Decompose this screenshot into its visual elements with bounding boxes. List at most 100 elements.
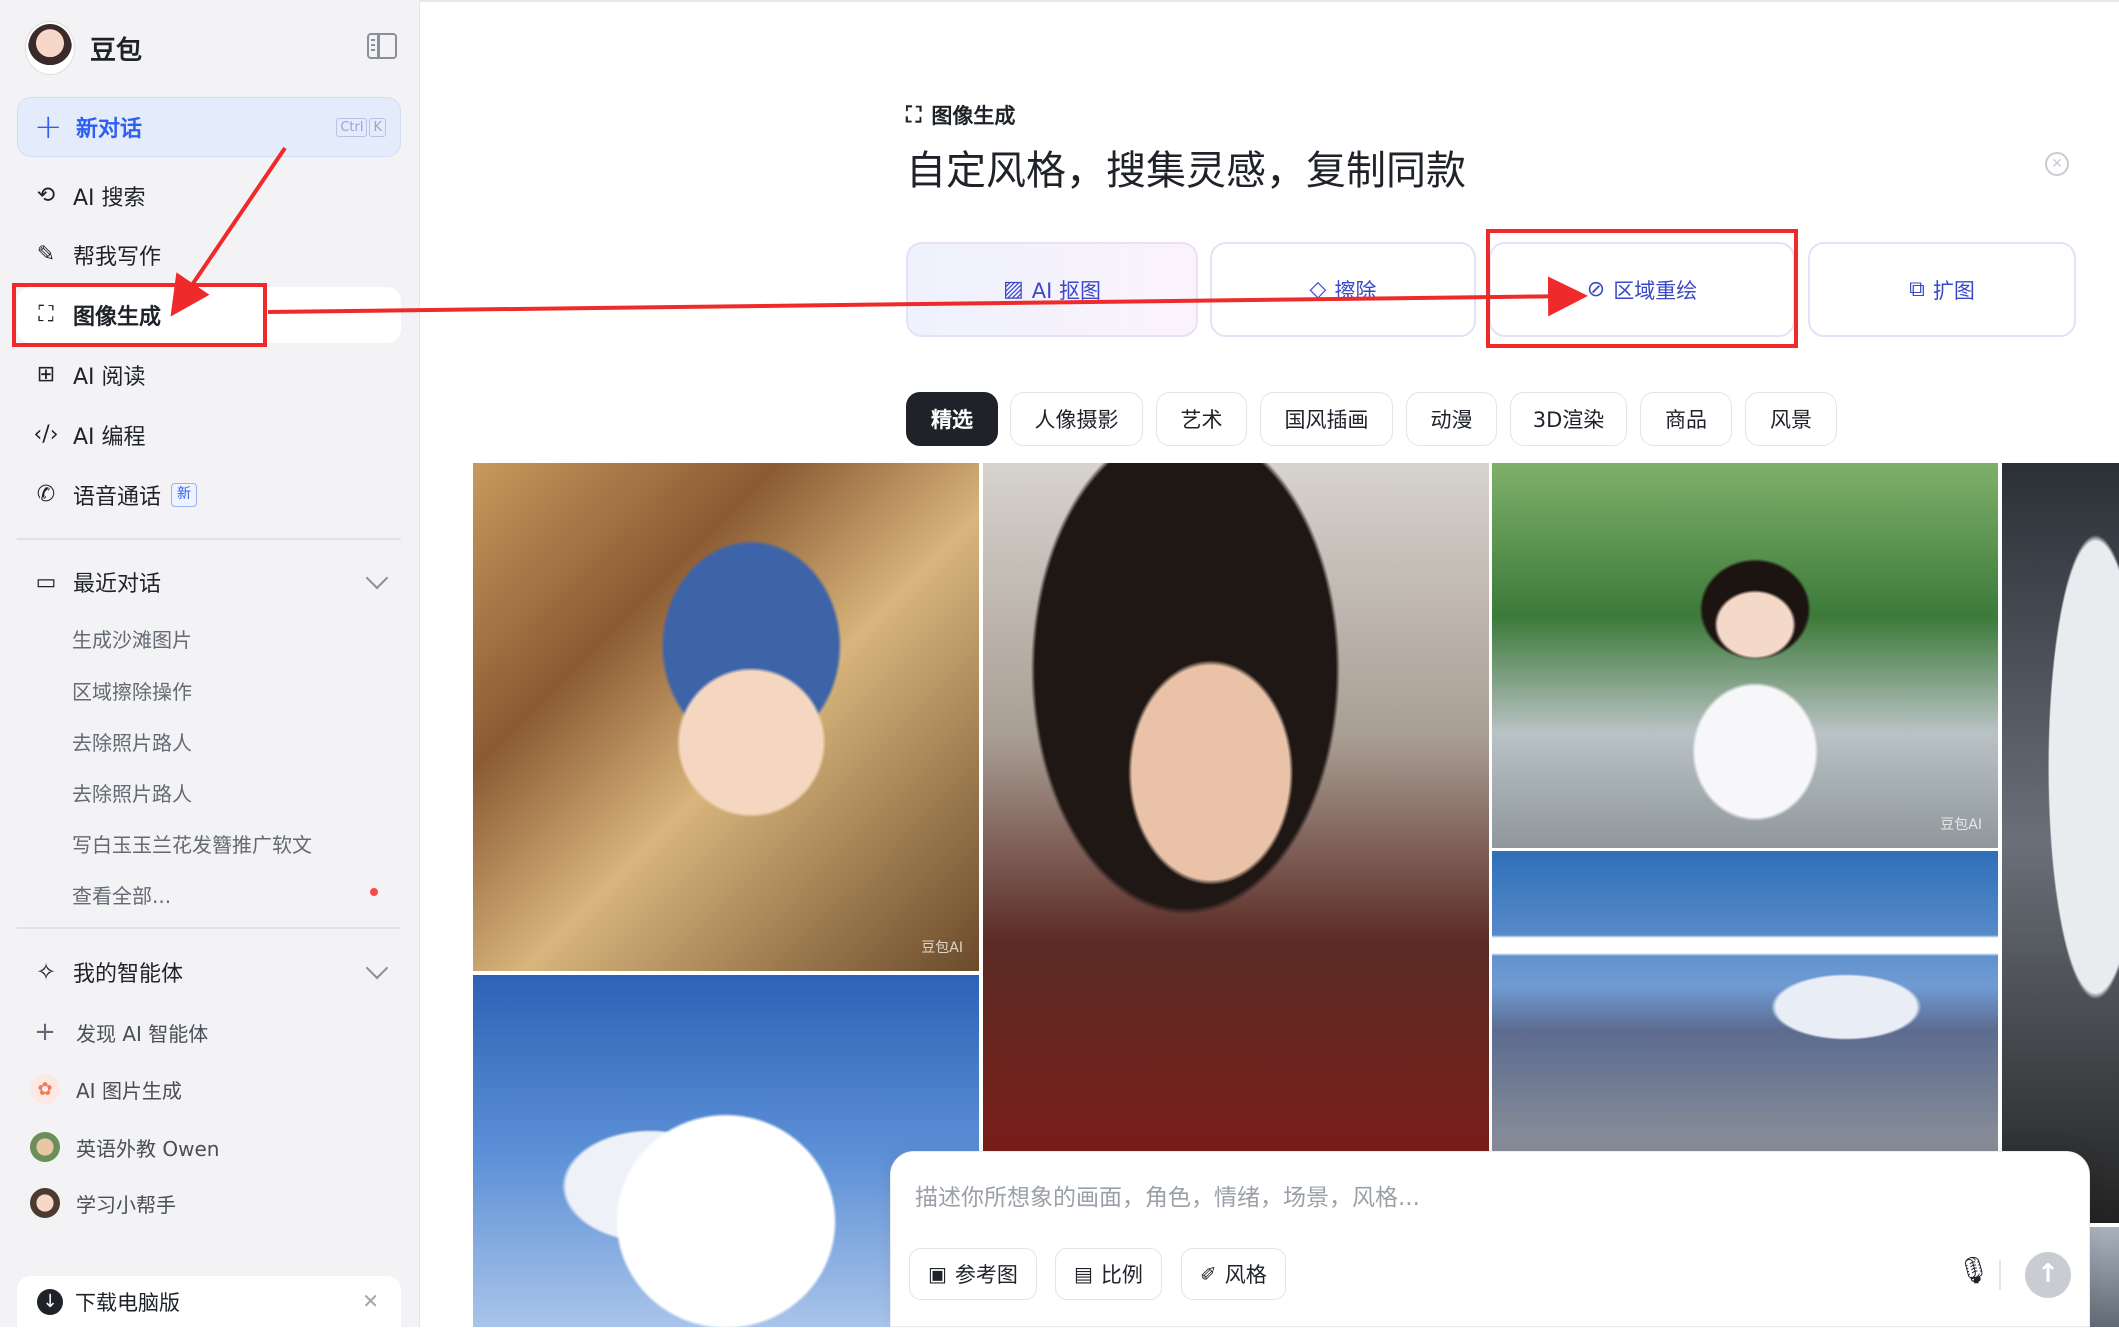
sidebar-divider bbox=[17, 927, 401, 929]
unread-dot bbox=[370, 888, 378, 896]
gallery-image-tokyo-tower-fuji[interactable] bbox=[1492, 851, 1998, 1151]
plus-icon: + bbox=[34, 107, 63, 147]
category-chip-featured[interactable]: 精选 bbox=[906, 392, 998, 446]
pen-icon: ✎ bbox=[36, 242, 56, 267]
my-agents-header[interactable]: ✧ 我的智能体 bbox=[17, 946, 401, 998]
agent-label: 英语外教 Owen bbox=[76, 1136, 220, 1161]
agent-item-owen[interactable]: 英语外教 Owen bbox=[30, 1125, 219, 1169]
divider bbox=[1999, 1260, 2001, 1290]
tool-label: AI 抠图 bbox=[1031, 278, 1102, 303]
my-agents-title: 我的智能体 bbox=[73, 962, 184, 987]
sidebar-item-voice-call[interactable]: ✆ 语音通话 新 bbox=[17, 467, 401, 523]
category-chip-portrait[interactable]: 人像摄影 bbox=[1010, 392, 1143, 446]
ai-image-avatar: ✿ bbox=[30, 1074, 60, 1104]
chevron-down-icon[interactable] bbox=[365, 956, 389, 980]
sidebar-item-writing[interactable]: ✎ 帮我写作 bbox=[17, 227, 401, 283]
button-label: 风格 bbox=[1224, 1263, 1267, 1287]
doubao-avatar bbox=[26, 22, 74, 74]
prompt-input[interactable]: 描述你所想象的画面，角色，情绪，场景，风格... bbox=[915, 1178, 1420, 1212]
recent-chats-header[interactable]: ▭ 最近对话 bbox=[17, 556, 401, 608]
sidebar-divider bbox=[17, 538, 401, 540]
button-label: 参考图 bbox=[954, 1263, 1018, 1287]
sidebar-item-label: 帮我写作 bbox=[73, 245, 162, 270]
agent-label: AI 图片生成 bbox=[76, 1078, 182, 1103]
view-all-link[interactable]: 查看全部... bbox=[72, 880, 171, 909]
button-label: 比例 bbox=[1100, 1263, 1143, 1287]
code-icon: ‹/› bbox=[33, 422, 59, 447]
prompt-composer: 描述你所想象的画面，角色，情绪，场景，风格... ▣ 参考图 ▤ 比例 ✐ 风格… bbox=[890, 1151, 2090, 1327]
send-button[interactable]: ↑ bbox=[2025, 1252, 2071, 1298]
search-icon: ⟲ bbox=[36, 183, 56, 208]
sidebar-item-ai-coding[interactable]: ‹/› AI 编程 bbox=[17, 407, 401, 463]
agent-item-ai-image[interactable]: ✿ AI 图片生成 bbox=[30, 1067, 182, 1111]
chat-icon: ▭ bbox=[35, 569, 57, 595]
image-icon: ⛶ bbox=[906, 102, 922, 128]
gallery-image-portrait-woman[interactable] bbox=[983, 463, 1489, 1151]
tool-ai-cutout[interactable]: ▨ AI 抠图 bbox=[906, 242, 1198, 337]
download-icon: ↓ bbox=[37, 1289, 63, 1315]
tool-expand[interactable]: ⧉ 扩图 bbox=[1808, 242, 2076, 337]
agent-item-helper[interactable]: 学习小帮手 bbox=[30, 1181, 176, 1225]
recent-chat-item[interactable]: 去除照片路人 bbox=[72, 727, 192, 756]
agent-label: 学习小帮手 bbox=[76, 1192, 176, 1217]
recent-chat-item[interactable]: 生成沙滩图片 bbox=[72, 624, 192, 653]
annotation-box-image-generation bbox=[12, 283, 267, 347]
eraser-icon: ◇ bbox=[1309, 277, 1327, 302]
cutout-icon: ▨ bbox=[1002, 277, 1024, 302]
close-icon[interactable]: ✕ bbox=[2045, 152, 2069, 176]
sidebar-item-ai-reading[interactable]: ⊞ AI 阅读 bbox=[17, 347, 401, 403]
app-name: 豆包 bbox=[90, 35, 143, 66]
ratio-icon: ▤ bbox=[1074, 1262, 1093, 1286]
new-chat-button[interactable]: + 新对话 Ctrl K bbox=[17, 97, 401, 157]
sidebar-item-label: AI 搜索 bbox=[73, 186, 146, 211]
microphone-icon[interactable]: 🎙 bbox=[1957, 1256, 1990, 1286]
sidebar-item-ai-search[interactable]: ⟲ AI 搜索 bbox=[17, 168, 401, 224]
tool-label: 扩图 bbox=[1932, 278, 1975, 303]
tool-erase[interactable]: ◇ 擦除 bbox=[1210, 242, 1476, 337]
annotation-box-region-repaint bbox=[1486, 229, 1798, 348]
download-desktop-bar[interactable]: ↓ 下载电脑版 ✕ bbox=[17, 1276, 401, 1328]
sparkle-icon: ✧ bbox=[35, 958, 57, 986]
tool-label: 擦除 bbox=[1334, 278, 1377, 303]
expand-icon: ⧉ bbox=[1909, 277, 1925, 302]
new-chat-label: 新对话 bbox=[76, 117, 143, 142]
category-chip-anime[interactable]: 动漫 bbox=[1406, 392, 1497, 446]
helper-avatar bbox=[30, 1188, 60, 1218]
watermark: 豆包AI bbox=[1940, 817, 1982, 833]
aspect-ratio-button[interactable]: ▤ 比例 bbox=[1055, 1248, 1162, 1300]
brand[interactable]: 豆包 bbox=[26, 22, 142, 74]
recent-chat-item[interactable]: 写白玉玉兰花发簪推广软文 bbox=[72, 829, 312, 858]
shortcut-key: Ctrl bbox=[336, 118, 368, 137]
sidebar-item-label: 语音通话 bbox=[73, 485, 162, 510]
style-button[interactable]: ✐ 风格 bbox=[1181, 1248, 1286, 1300]
chevron-down-icon[interactable] bbox=[365, 566, 389, 590]
sidebar-collapse-icon[interactable] bbox=[367, 33, 397, 59]
agent-item-discover[interactable]: + 发现 AI 智能体 bbox=[30, 1010, 208, 1054]
category-chip-art[interactable]: 艺术 bbox=[1156, 392, 1247, 446]
brush-icon: ✐ bbox=[1200, 1262, 1217, 1286]
gallery-image-partial[interactable] bbox=[2002, 463, 2119, 1223]
section-label: ⛶ 图像生成 bbox=[906, 100, 1015, 130]
agent-label: 发现 AI 智能体 bbox=[76, 1021, 209, 1046]
shortcut-hint: Ctrl K bbox=[336, 118, 386, 137]
recent-chat-item[interactable]: 区域擦除操作 bbox=[72, 676, 192, 705]
category-chip-guofeng[interactable]: 国风插画 bbox=[1260, 392, 1393, 446]
recent-chats-title: 最近对话 bbox=[73, 572, 162, 597]
category-chip-landscape[interactable]: 风景 bbox=[1745, 392, 1837, 446]
close-icon[interactable]: ✕ bbox=[362, 1289, 379, 1313]
new-badge: 新 bbox=[171, 483, 198, 507]
page-title: 自定风格，搜集灵感，复制同款 bbox=[906, 148, 1466, 194]
shortcut-key: K bbox=[369, 118, 386, 137]
reference-image-button[interactable]: ▣ 参考图 bbox=[909, 1248, 1037, 1300]
image-icon: ▣ bbox=[928, 1262, 947, 1286]
plus-icon: + bbox=[34, 1017, 56, 1047]
gallery-image-pearl-earring-anime[interactable]: 豆包AI bbox=[473, 463, 979, 971]
section-label-text: 图像生成 bbox=[931, 104, 1016, 128]
category-chip-3d[interactable]: 3D渲染 bbox=[1510, 392, 1627, 446]
phone-icon: ✆ bbox=[36, 482, 56, 507]
sidebar-item-label: AI 编程 bbox=[73, 425, 146, 450]
gallery-image-schoolgirl-photo[interactable]: 豆包AI bbox=[1492, 463, 1998, 848]
owen-avatar bbox=[30, 1132, 60, 1162]
recent-chat-item[interactable]: 去除照片路人 bbox=[72, 778, 192, 807]
category-chip-product[interactable]: 商品 bbox=[1640, 392, 1732, 446]
